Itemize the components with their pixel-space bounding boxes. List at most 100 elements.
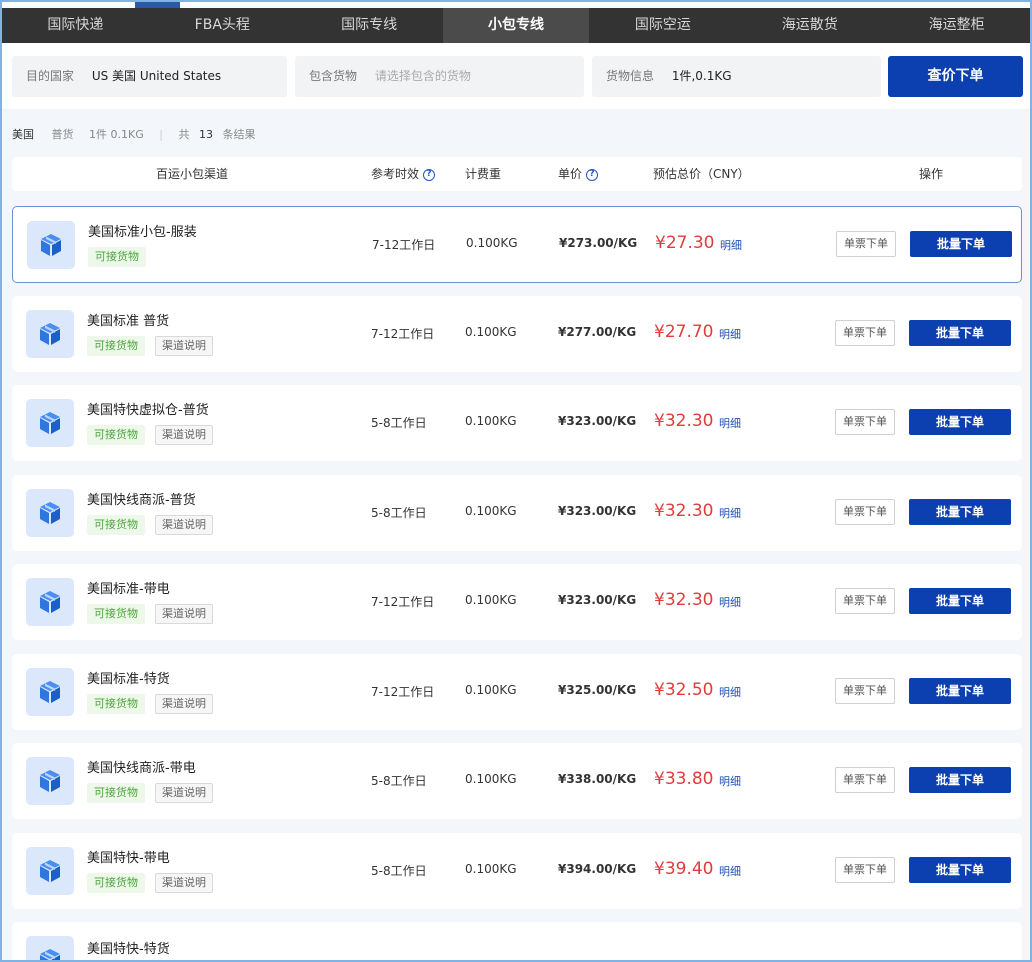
- detail-link[interactable]: 明细: [720, 237, 742, 253]
- single-order-button[interactable]: 单票下单: [835, 767, 895, 793]
- detail-link[interactable]: 明细: [719, 773, 741, 789]
- weight-value: 0.100KG: [465, 414, 517, 428]
- tab-sea-lcl[interactable]: 海运散货: [736, 8, 883, 43]
- destination-field[interactable]: 目的国家 US 美国 United States: [12, 56, 287, 97]
- bulk-order-button[interactable]: 批量下单: [910, 231, 1012, 257]
- package-icon: [26, 936, 74, 960]
- package-icon: [26, 668, 74, 716]
- cargo-info-value: 1件,0.1KG: [671, 69, 732, 83]
- destination-label: 目的国家: [26, 69, 75, 83]
- channel-desc-button[interactable]: 渠道说明: [155, 515, 213, 535]
- timeliness-value: 7-12工作日: [371, 685, 435, 699]
- bulk-order-button[interactable]: 批量下单: [909, 678, 1011, 704]
- channel-name: 美国特快-特货: [87, 942, 170, 957]
- accepted-goods-badge[interactable]: 可接货物: [87, 515, 145, 535]
- table-row[interactable]: 美国特快虚拟仓-普货 可接货物 渠道说明 5-8工作日 0.100KG ¥323…: [12, 385, 1022, 461]
- query-order-button[interactable]: 查价下单: [888, 56, 1023, 97]
- accepted-goods-badge[interactable]: 可接货物: [87, 425, 145, 445]
- single-order-button[interactable]: 单票下单: [835, 857, 895, 883]
- package-icon: [26, 578, 74, 626]
- channel-name: 美国标准 普货: [87, 314, 170, 329]
- cargo-info-field[interactable]: 货物信息 1件,0.1KG: [592, 56, 881, 97]
- table-header: 百运小包渠道 参考时效? 计费重 单价? 预估总价（CNY） 操作: [12, 157, 1022, 191]
- detail-link[interactable]: 明细: [719, 505, 741, 521]
- detail-link[interactable]: 明细: [719, 863, 741, 879]
- bulk-order-button[interactable]: 批量下单: [909, 857, 1011, 883]
- channel-name: 美国标准小包-服装: [88, 225, 197, 240]
- single-order-button[interactable]: 单票下单: [835, 320, 895, 346]
- help-icon[interactable]: ?: [423, 168, 436, 181]
- channel-desc-button[interactable]: 渠道说明: [155, 694, 213, 714]
- summary-qty-weight: 1件 0.1KG: [89, 128, 144, 141]
- package-icon: [26, 847, 74, 895]
- bulk-order-button[interactable]: 批量下单: [909, 409, 1011, 435]
- table-row[interactable]: 美国标准小包-服装 可接货物 7-12工作日 0.100KG ¥273.00/K…: [12, 206, 1022, 283]
- header-timeliness: 参考时效: [371, 167, 420, 181]
- table-row[interactable]: 美国快线商派-普货 可接货物 渠道说明 5-8工作日 0.100KG ¥323.…: [12, 475, 1022, 551]
- weight-value: 0.100KG: [465, 772, 517, 786]
- single-order-button[interactable]: 单票下单: [835, 409, 895, 435]
- detail-link[interactable]: 明细: [719, 326, 741, 342]
- detail-link[interactable]: 明细: [719, 594, 741, 610]
- accepted-goods-badge[interactable]: 可接货物: [87, 336, 145, 356]
- summary-goods: 普货: [51, 128, 74, 141]
- header-channel: 百运小包渠道: [156, 167, 229, 181]
- tab-air-freight[interactable]: 国际空运: [589, 8, 736, 43]
- accepted-goods-badge[interactable]: 可接货物: [87, 783, 145, 803]
- goods-field[interactable]: 包含货物 请选择包含的货物: [295, 56, 584, 97]
- accepted-goods-badge[interactable]: 可接货物: [87, 604, 145, 624]
- weight-value: 0.100KG: [466, 236, 518, 250]
- tab-fba[interactable]: FBA头程: [149, 8, 296, 43]
- total-price: ¥33.80: [654, 769, 714, 789]
- summary-total-suffix: 条结果: [222, 128, 256, 141]
- tab-sea-fcl[interactable]: 海运整柜: [883, 8, 1030, 43]
- channel-desc-button[interactable]: 渠道说明: [155, 604, 213, 624]
- table-row[interactable]: 美国标准-特货 可接货物 渠道说明 7-12工作日 0.100KG ¥325.0…: [12, 654, 1022, 730]
- weight-value: 0.100KG: [465, 325, 517, 339]
- package-icon: [27, 221, 75, 269]
- top-nav: 国际快递 FBA头程 国际专线 小包专线 国际空运 海运散货 海运整柜: [2, 8, 1030, 43]
- app-frame: 国际快递 FBA头程 国际专线 小包专线 国际空运 海运散货 海运整柜 目的国家…: [0, 0, 1032, 962]
- single-order-button[interactable]: 单票下单: [835, 678, 895, 704]
- summary-country: 美国: [12, 128, 34, 141]
- bulk-order-button[interactable]: 批量下单: [909, 588, 1011, 614]
- help-icon[interactable]: ?: [586, 168, 599, 181]
- channel-desc-button[interactable]: 渠道说明: [155, 425, 213, 445]
- channel-desc-button[interactable]: 渠道说明: [155, 783, 213, 803]
- single-order-button[interactable]: 单票下单: [835, 499, 895, 525]
- bulk-order-button[interactable]: 批量下单: [909, 767, 1011, 793]
- tab-intl-line[interactable]: 国际专线: [296, 8, 443, 43]
- unit-price-value: ¥323.00/KG: [558, 504, 637, 518]
- accepted-goods-badge[interactable]: 可接货物: [88, 247, 146, 267]
- weight-value: 0.100KG: [465, 862, 517, 876]
- accepted-goods-badge[interactable]: 可接货物: [87, 694, 145, 714]
- bulk-order-button[interactable]: 批量下单: [909, 499, 1011, 525]
- header-total: 预估总价（CNY）: [653, 167, 750, 181]
- tab-small-parcel[interactable]: 小包专线: [442, 8, 590, 43]
- table-row[interactable]: 美国特快-特货: [12, 922, 1022, 960]
- tab-intl-express[interactable]: 国际快递: [2, 8, 149, 43]
- header-unit-price: 单价: [558, 167, 583, 181]
- channel-name: 美国标准-带电: [87, 582, 170, 597]
- table-row[interactable]: 美国特快-带电 可接货物 渠道说明 5-8工作日 0.100KG ¥394.00…: [12, 833, 1022, 909]
- total-price: ¥32.30: [654, 411, 714, 431]
- table-row[interactable]: 美国标准-带电 可接货物 渠道说明 7-12工作日 0.100KG ¥323.0…: [12, 564, 1022, 640]
- timeliness-value: 5-8工作日: [371, 774, 427, 788]
- package-icon: [26, 399, 74, 447]
- channel-desc-button[interactable]: 渠道说明: [155, 873, 213, 893]
- timeliness-value: 7-12工作日: [371, 327, 435, 341]
- table-row[interactable]: 美国快线商派-带电 可接货物 渠道说明 5-8工作日 0.100KG ¥338.…: [12, 743, 1022, 819]
- bulk-order-button[interactable]: 批量下单: [909, 320, 1011, 346]
- single-order-button[interactable]: 单票下单: [835, 588, 895, 614]
- channel-name: 美国快线商派-普货: [87, 493, 196, 508]
- accepted-goods-badge[interactable]: 可接货物: [87, 873, 145, 893]
- unit-price-value: ¥394.00/KG: [558, 862, 637, 876]
- detail-link[interactable]: 明细: [719, 415, 741, 431]
- channel-desc-button[interactable]: 渠道说明: [155, 336, 213, 356]
- package-icon: [26, 757, 74, 805]
- single-order-button[interactable]: 单票下单: [836, 231, 896, 257]
- table-row[interactable]: 美国标准 普货 可接货物 渠道说明 7-12工作日 0.100KG ¥277.0…: [12, 296, 1022, 372]
- timeliness-value: 5-8工作日: [371, 506, 427, 520]
- detail-link[interactable]: 明细: [719, 684, 741, 700]
- package-icon: [26, 489, 74, 537]
